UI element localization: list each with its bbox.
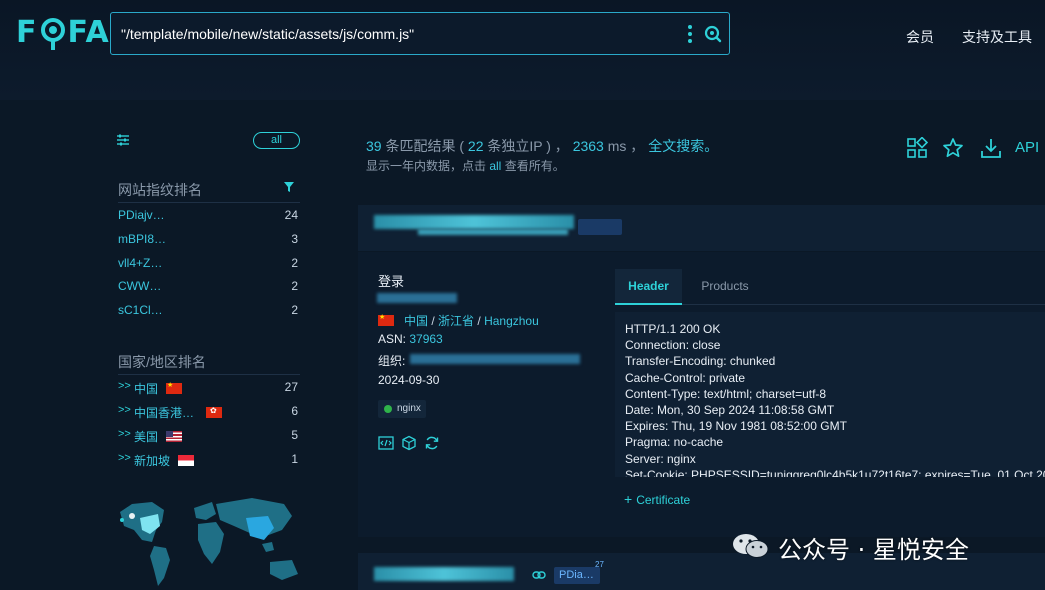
search-input[interactable] bbox=[121, 21, 661, 47]
header-line: HTTP/1.1 200 OK bbox=[625, 322, 721, 336]
singapore-flag-icon bbox=[178, 455, 194, 466]
divider bbox=[118, 374, 300, 375]
redacted-ip[interactable] bbox=[377, 293, 457, 303]
search-bar bbox=[110, 12, 730, 55]
result-date: 2024-09-30 bbox=[378, 373, 440, 387]
fingerprint-item[interactable]: sC1Cl… 2 bbox=[118, 303, 298, 321]
fingerprint-item[interactable]: vll4+Z… 2 bbox=[118, 256, 298, 274]
double-chevron-icon: >> bbox=[118, 428, 131, 440]
redacted-host[interactable] bbox=[374, 215, 574, 229]
city-link[interactable]: Hangzhou bbox=[484, 314, 539, 328]
usa-flag-icon bbox=[166, 431, 182, 442]
country-item-usa[interactable]: >> 美国 5 bbox=[118, 428, 298, 446]
top-header: F FA 会员 支持及工具 bbox=[0, 0, 1045, 100]
header-line: Pragma: no-cache bbox=[625, 435, 724, 450]
funnel-icon[interactable] bbox=[283, 181, 295, 193]
double-chevron-icon: >> bbox=[118, 380, 131, 392]
certificate-toggle[interactable]: + Certificate bbox=[624, 491, 690, 507]
org-row: 组织: bbox=[378, 354, 406, 368]
header-line: Content-Type: text/html; charset=utf-8 bbox=[625, 386, 827, 401]
header-line: Connection: close bbox=[625, 338, 721, 353]
download-icon[interactable] bbox=[980, 137, 1002, 159]
province-link[interactable]: 浙江省 bbox=[438, 314, 474, 328]
country-item-singapore[interactable]: >> 新加坡 1 bbox=[118, 452, 298, 470]
refresh-icon[interactable] bbox=[424, 435, 440, 451]
http-headers: HTTP/1.1 200 OK Connection: close Transf… bbox=[615, 312, 1045, 477]
redacted-org[interactable] bbox=[410, 354, 580, 364]
cube-icon[interactable] bbox=[401, 435, 417, 451]
result-title: 登录 bbox=[378, 274, 405, 289]
star-icon[interactable] bbox=[942, 137, 964, 159]
tab-header[interactable]: Header bbox=[615, 269, 682, 305]
tab-products[interactable]: Products bbox=[695, 269, 755, 305]
link-icon[interactable] bbox=[532, 570, 546, 580]
fingerprint-ranking-title: 网站指纹排名 bbox=[118, 182, 202, 198]
fingerprint-item[interactable]: PDiajv… 24 bbox=[118, 208, 298, 226]
redacted-host[interactable] bbox=[374, 567, 514, 581]
grid-view-icon[interactable] bbox=[906, 137, 928, 159]
header-line: Server: nginx bbox=[625, 451, 696, 466]
china-flag-icon bbox=[378, 313, 394, 326]
detail-tabs: Header Products bbox=[615, 269, 1045, 305]
plus-icon: + bbox=[624, 491, 633, 507]
fingerprint-item[interactable]: mBPI8… 3 bbox=[118, 232, 298, 250]
header-line: Set-Cookie: PHPSESSID=tunjggreg0lc4b5k1u… bbox=[625, 467, 1045, 477]
api-link[interactable]: API bbox=[1015, 139, 1039, 156]
country-link[interactable]: 中国 bbox=[404, 314, 428, 328]
header-line: Date: Mon, 30 Sep 2024 11:08:58 GMT bbox=[625, 403, 835, 418]
fingerprint-item[interactable]: CWW… 2 bbox=[118, 279, 298, 297]
watermark-text: 公众号 · 星悦安全 bbox=[778, 536, 969, 564]
nginx-icon bbox=[384, 405, 392, 413]
double-chevron-icon: >> bbox=[118, 452, 131, 464]
header-line: Expires: Thu, 19 Nov 1981 08:52:00 GMT bbox=[625, 419, 847, 434]
redacted-host-detail bbox=[418, 229, 568, 235]
china-flag-icon bbox=[166, 381, 182, 394]
fingerprint-tag-count: 27 bbox=[595, 560, 604, 569]
hongkong-flag-icon bbox=[206, 406, 222, 418]
world-map[interactable] bbox=[112, 490, 307, 590]
result-summary: 39 条匹配结果 ( 22 条独立IP ) ， 2363 ms ， 全文搜索。 bbox=[366, 138, 719, 154]
header-line: Cache-Control: private bbox=[625, 370, 746, 385]
result-card-header bbox=[358, 205, 1045, 251]
fulltext-search-link[interactable]: 全文搜索。 bbox=[648, 138, 718, 154]
asn-row: ASN: 37963 bbox=[378, 332, 443, 346]
more-options-icon[interactable] bbox=[686, 25, 694, 43]
country-ranking-title: 国家/地区排名 bbox=[118, 354, 206, 370]
country-item-hongkong[interactable]: >> 中国香港… 6 bbox=[118, 404, 298, 422]
nav-membership[interactable]: 会员 bbox=[906, 27, 934, 47]
redacted-tag[interactable] bbox=[578, 219, 622, 235]
server-tag[interactable]: nginx bbox=[378, 400, 426, 418]
code-icon[interactable] bbox=[378, 435, 394, 451]
asn-link[interactable]: 37963 bbox=[409, 332, 442, 346]
all-toggle[interactable]: all bbox=[253, 132, 300, 149]
fofa-logo[interactable]: F FA bbox=[16, 14, 110, 50]
wechat-icon bbox=[733, 534, 769, 558]
filter-sliders-icon[interactable] bbox=[116, 133, 130, 147]
fofa-logo-pin-icon bbox=[40, 15, 66, 50]
search-icon[interactable] bbox=[703, 24, 723, 44]
view-all-link[interactable]: all bbox=[489, 159, 501, 173]
fingerprint-tag[interactable]: PDia… bbox=[554, 567, 600, 584]
double-chevron-icon: >> bbox=[118, 404, 131, 416]
divider bbox=[118, 202, 300, 203]
nav-support-tools[interactable]: 支持及工具 bbox=[962, 27, 1032, 47]
result-summary-note: 显示一年内数据，点击 all 查看所有。 bbox=[366, 159, 565, 173]
country-item-china[interactable]: >> 中国 27 bbox=[118, 380, 298, 398]
header-line: Transfer-Encoding: chunked bbox=[625, 354, 776, 369]
